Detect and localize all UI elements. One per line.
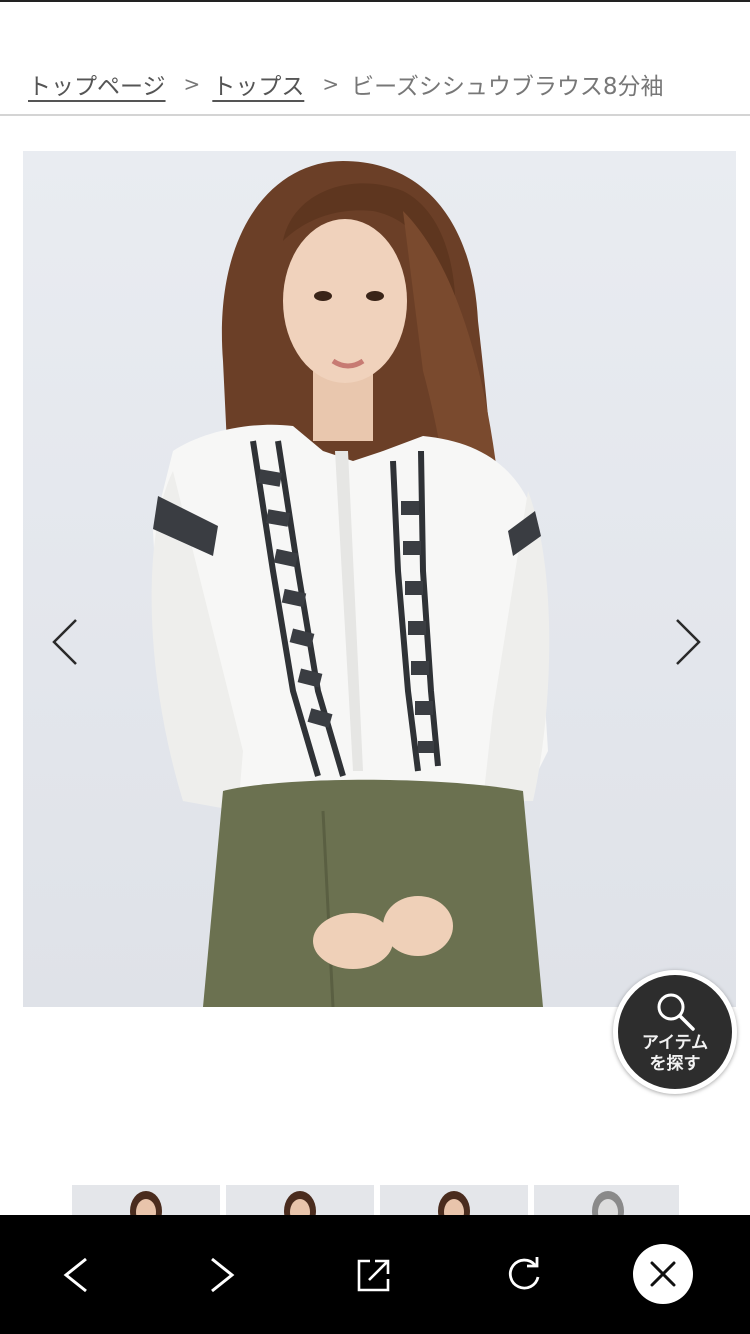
chevron-right-icon [676,619,701,665]
chevron-left-icon [52,619,77,665]
back-button[interactable] [45,1245,105,1305]
close-button[interactable] [633,1244,693,1304]
external-link-icon [357,1259,390,1292]
reload-icon [508,1257,540,1290]
breadcrumb-home-link[interactable]: トップページ [28,67,166,101]
search-icon [657,993,695,1031]
search-fab-label-1: アイテム [641,1033,709,1053]
thumbnail[interactable] [380,1185,528,1215]
thumbnail[interactable] [72,1185,220,1215]
breadcrumb-separator: > [183,72,201,96]
back-icon [63,1257,87,1293]
gallery-prev-button[interactable] [35,612,95,672]
breadcrumb: トップページ > トップス > ビーズシシュウブラウス8分袖 [28,66,664,102]
open-external-button[interactable] [344,1245,404,1305]
gallery-next-button[interactable] [658,612,718,672]
search-items-button[interactable]: アイテム を探す [613,970,737,1094]
close-icon [650,1261,676,1287]
forward-button[interactable] [193,1245,253,1305]
thumbnail[interactable] [226,1185,374,1215]
browser-toolbar [0,1215,750,1334]
reload-button[interactable] [494,1245,554,1305]
search-fab-label-2: を探す [649,1054,701,1074]
breadcrumb-current: ビーズシシュウブラウス8分袖 [351,74,664,100]
product-photo [151,161,550,1007]
breadcrumb-tops-link[interactable]: トップス [212,67,304,101]
product-image[interactable] [23,151,736,1007]
top-border [0,0,750,2]
divider [0,114,750,116]
thumbnail-strip [72,1185,679,1215]
breadcrumb-separator: > [322,72,340,96]
thumbnail[interactable] [534,1185,679,1215]
forward-icon [211,1257,235,1293]
